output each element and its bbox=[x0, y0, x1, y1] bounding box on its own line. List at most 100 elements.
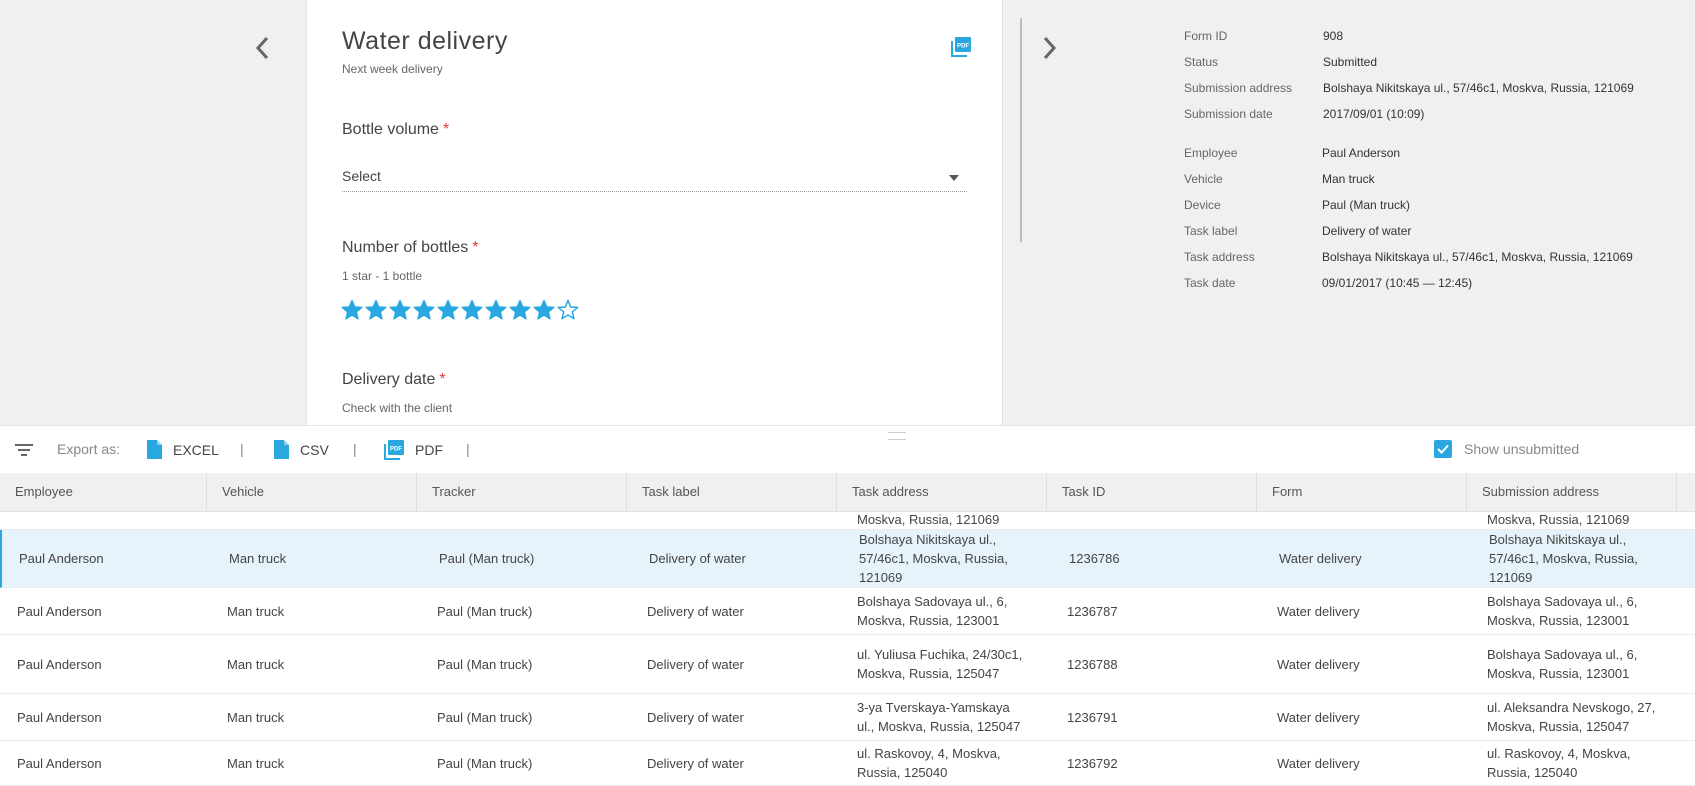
form-subtitle: Next week delivery bbox=[342, 62, 443, 76]
form-title: Water delivery bbox=[342, 27, 508, 55]
cell-task-label: Delivery of water bbox=[647, 755, 744, 771]
export-label: Export as: bbox=[57, 441, 121, 457]
separator: | bbox=[353, 441, 357, 457]
chevron-right-icon bbox=[1043, 36, 1057, 60]
cell-task-id: 1236791 bbox=[1067, 709, 1118, 725]
cell-task-address: Bolshaya Sadovaya ul., 6, Moskva, Russia… bbox=[857, 594, 1008, 628]
svg-text:PDF: PDF bbox=[390, 447, 402, 453]
show-unsubmitted-label: Show unsubmitted bbox=[1464, 441, 1580, 457]
star-filled-icon[interactable] bbox=[436, 298, 460, 322]
star-filled-icon[interactable] bbox=[532, 298, 556, 322]
cell-submission-address: Bolshaya Nikitskaya ul., 57/46c1, Moskva… bbox=[1489, 532, 1638, 585]
star-filled-icon[interactable] bbox=[484, 298, 508, 322]
required-mark: * bbox=[439, 371, 446, 388]
cell-submission-address: ul. Raskovoy, 4, Moskva, Russia, 125040 bbox=[1487, 746, 1631, 780]
cell-submission-address: Bolshaya Sadovaya ul., 6, Moskva, Russia… bbox=[1487, 594, 1638, 628]
cell-task-address: 3-ya Tverskaya-Yamskaya ul., Moskva, Rus… bbox=[857, 700, 1021, 734]
cell-tracker: Paul (Man truck) bbox=[437, 603, 533, 619]
required-mark: * bbox=[472, 239, 479, 256]
cell-task-id: 1236788 bbox=[1067, 656, 1118, 672]
star-rating[interactable] bbox=[340, 298, 580, 322]
cell-task-id: 1236792 bbox=[1067, 755, 1118, 771]
table-row[interactable]: Paul Anderson Man truck Paul (Man truck)… bbox=[0, 530, 1695, 588]
column-header-employee[interactable]: Employee bbox=[0, 473, 207, 511]
cell-submission-address: ul. Aleksandra Nevskogo, 27, Moskva, Rus… bbox=[1487, 700, 1656, 734]
cell-vehicle: Man truck bbox=[227, 603, 285, 619]
show-unsubmitted-checkbox[interactable]: Show unsubmitted bbox=[1434, 440, 1579, 458]
bottle-volume-label: Bottle volume * bbox=[342, 121, 450, 138]
cell-tracker: Paul (Man truck) bbox=[437, 709, 533, 725]
cell-task-label: Delivery of water bbox=[647, 603, 744, 619]
form-card: Water delivery Next week delivery PDF Bo… bbox=[306, 0, 1003, 425]
column-header-task-label[interactable]: Task label bbox=[627, 473, 837, 511]
filter-icon[interactable] bbox=[14, 443, 34, 457]
cell-task-address: ul. Yuliusa Fuchika, 24/30c1, Moskva, Ru… bbox=[857, 647, 1023, 681]
pdf-file-icon[interactable]: PDF bbox=[951, 36, 972, 57]
table-row-partial[interactable]: Moskva, Russia, 121069 Moskva, Russia, 1… bbox=[0, 511, 1695, 530]
cell-employee: Paul Anderson bbox=[17, 755, 102, 771]
star-empty-icon[interactable] bbox=[556, 298, 580, 322]
cell-submission-address: Moskva, Russia, 121069 bbox=[1487, 512, 1630, 527]
star-filled-icon[interactable] bbox=[340, 298, 364, 322]
cell-task-address: Bolshaya Nikitskaya ul., 57/46c1, Moskva… bbox=[859, 532, 1008, 585]
delivery-date-hint: Check with the client bbox=[342, 401, 453, 415]
cell-form: Water delivery bbox=[1279, 551, 1362, 566]
cell-task-address: Moskva, Russia, 121069 bbox=[857, 512, 1000, 527]
bottle-volume-select[interactable]: Select bbox=[342, 165, 967, 192]
checkmark-icon bbox=[1437, 444, 1449, 454]
cell-employee: Paul Anderson bbox=[19, 551, 104, 566]
table-row[interactable]: Paul Anderson Man truck Paul (Man truck)… bbox=[0, 588, 1695, 635]
cell-task-label: Delivery of water bbox=[649, 551, 746, 566]
select-value: Select bbox=[342, 168, 381, 184]
separator: | bbox=[240, 441, 244, 457]
chevron-left-icon bbox=[255, 36, 269, 60]
previous-form-button[interactable] bbox=[248, 32, 276, 64]
file-icon bbox=[147, 440, 162, 459]
star-filled-icon[interactable] bbox=[508, 298, 532, 322]
number-of-bottles-label: Number of bottles * bbox=[342, 239, 479, 256]
number-of-bottles-hint: 1 star - 1 bottle bbox=[342, 269, 423, 283]
table-row[interactable]: Paul Anderson Man truck Paul (Man truck)… bbox=[0, 694, 1695, 741]
export-pdf-button[interactable]: PDF PDF bbox=[384, 439, 443, 460]
cell-form: Water delivery bbox=[1277, 656, 1360, 672]
cell-vehicle: Man truck bbox=[227, 755, 285, 771]
column-header-task-id[interactable]: Task ID bbox=[1047, 473, 1257, 511]
pdf-file-icon: PDF bbox=[384, 440, 404, 460]
required-mark: * bbox=[442, 121, 450, 138]
cell-submission-address: Bolshaya Sadovaya ul., 6, Moskva, Russia… bbox=[1487, 647, 1638, 681]
cell-tracker: Paul (Man truck) bbox=[439, 551, 535, 566]
delivery-date-label: Delivery date * bbox=[342, 371, 446, 388]
cell-vehicle: Man truck bbox=[227, 709, 285, 725]
column-header-task-address[interactable]: Task address bbox=[837, 473, 1047, 511]
separator: | bbox=[466, 441, 470, 457]
star-filled-icon[interactable] bbox=[364, 298, 388, 322]
scrollbar[interactable] bbox=[1020, 18, 1022, 242]
column-header-submission-address[interactable]: Submission address bbox=[1467, 473, 1677, 511]
submissions-table: Employee Vehicle Tracker Task label Task… bbox=[0, 473, 1695, 786]
star-filled-icon[interactable] bbox=[388, 298, 412, 322]
cell-task-address: ul. Raskovoy, 4, Moskva, Russia, 125040 bbox=[857, 746, 1001, 780]
cell-tracker: Paul (Man truck) bbox=[437, 755, 533, 771]
cell-vehicle: Man truck bbox=[227, 656, 285, 672]
column-header-form[interactable]: Form bbox=[1257, 473, 1467, 511]
table-row[interactable]: Paul Anderson Man truck Paul (Man truck)… bbox=[0, 635, 1695, 694]
cell-task-label: Delivery of water bbox=[647, 656, 744, 672]
cell-tracker: Paul (Man truck) bbox=[437, 656, 533, 672]
export-excel-button[interactable]: EXCEL bbox=[146, 439, 219, 460]
cell-employee: Paul Anderson bbox=[17, 603, 102, 619]
column-header-tracker[interactable]: Tracker bbox=[417, 473, 627, 511]
svg-text:PDF: PDF bbox=[957, 44, 969, 50]
cell-form: Water delivery bbox=[1277, 603, 1360, 619]
cell-employee: Paul Anderson bbox=[17, 709, 102, 725]
column-header-vehicle[interactable]: Vehicle bbox=[207, 473, 417, 511]
resize-handle[interactable] bbox=[888, 432, 906, 440]
checkbox-checked[interactable] bbox=[1434, 440, 1452, 458]
export-csv-button[interactable]: CSV bbox=[273, 439, 329, 460]
caret-down-icon bbox=[949, 175, 959, 181]
cell-task-id: 1236787 bbox=[1067, 603, 1118, 619]
star-filled-icon[interactable] bbox=[412, 298, 436, 322]
next-form-button[interactable] bbox=[1036, 32, 1064, 64]
table-row[interactable]: Paul Anderson Man truck Paul (Man truck)… bbox=[0, 741, 1695, 786]
cell-form: Water delivery bbox=[1277, 709, 1360, 725]
star-filled-icon[interactable] bbox=[460, 298, 484, 322]
